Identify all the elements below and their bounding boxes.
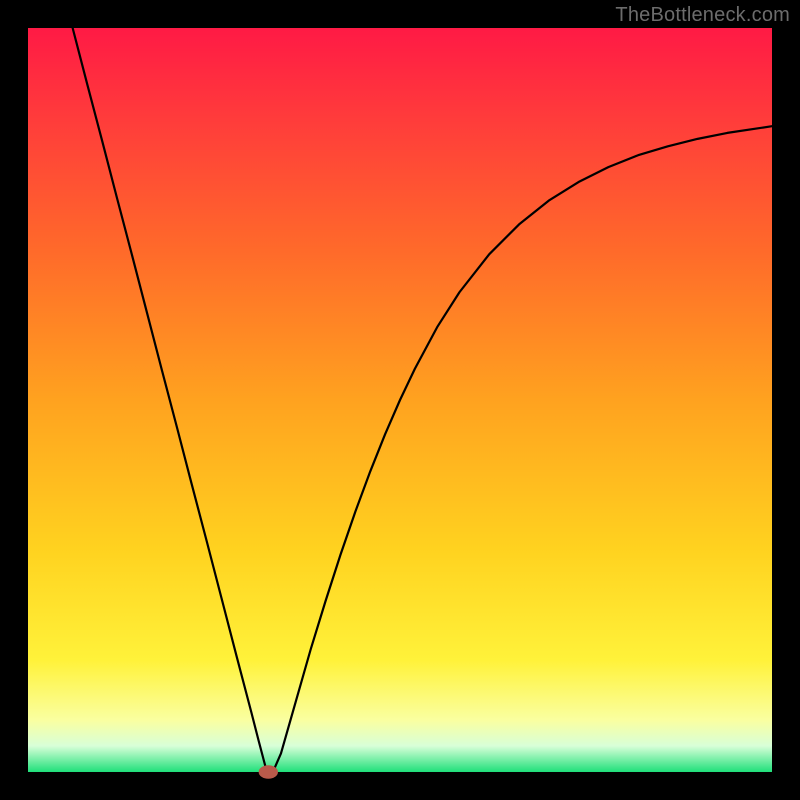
plot-area <box>28 28 772 772</box>
minimum-marker <box>259 765 278 778</box>
attribution-label: TheBottleneck.com <box>615 4 790 27</box>
chart-frame: TheBottleneck.com <box>0 0 800 800</box>
bottleneck-curve <box>73 28 772 771</box>
curve-layer <box>28 28 772 772</box>
